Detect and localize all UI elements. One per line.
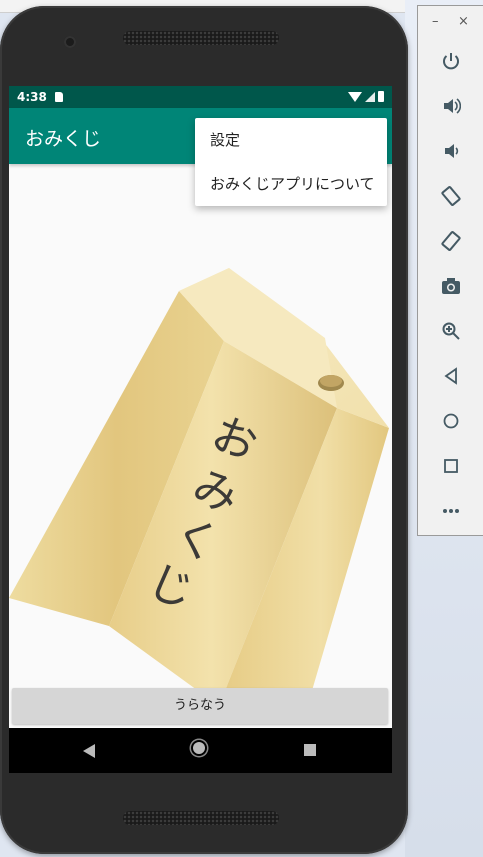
overview-icon[interactable]	[418, 443, 483, 488]
nav-recents-icon[interactable]	[304, 744, 316, 756]
more-icon[interactable]	[418, 488, 483, 533]
sd-card-icon	[55, 92, 63, 102]
menu-item-about[interactable]: おみくじアプリについて	[195, 162, 387, 206]
status-icons	[348, 91, 384, 102]
menu-item-settings[interactable]: 設定	[195, 118, 387, 162]
signal-icon	[365, 92, 375, 102]
screen: 4:38 おみくじ お み く じ 設定 おみくじアプリについて うらなう	[9, 86, 392, 773]
rotate-left-icon[interactable]	[418, 173, 483, 218]
wifi-icon	[348, 92, 362, 102]
battery-icon	[378, 91, 384, 102]
toolbar-header: – ×	[418, 6, 483, 38]
status-bar: 4:38	[9, 86, 392, 108]
phone-frame: 4:38 おみくじ お み く じ 設定 おみくじアプリについて うらなう	[0, 6, 408, 854]
home-icon[interactable]	[418, 398, 483, 443]
volume-up-icon[interactable]	[418, 83, 483, 128]
emulator-toolbar: – ×	[417, 5, 483, 536]
nav-back-icon[interactable]	[83, 744, 95, 758]
status-time: 4:38	[17, 90, 47, 104]
power-icon[interactable]	[418, 38, 483, 83]
bottom-speaker	[123, 811, 279, 825]
omikuji-box-illustration: お み く じ	[9, 268, 389, 706]
back-icon[interactable]	[418, 353, 483, 398]
fortune-button[interactable]: うらなう	[12, 688, 388, 724]
close-button[interactable]: ×	[458, 14, 469, 29]
minimize-button[interactable]: –	[432, 14, 439, 29]
overflow-menu: 設定 おみくじアプリについて	[195, 118, 387, 206]
nav-home-icon[interactable]	[193, 742, 205, 754]
rotate-right-icon[interactable]	[418, 218, 483, 263]
navigation-bar	[9, 728, 392, 773]
camera-icon[interactable]	[418, 263, 483, 308]
top-speaker	[123, 31, 279, 45]
zoom-icon[interactable]	[418, 308, 483, 353]
app-title: おみくじ	[25, 128, 102, 150]
front-camera	[64, 36, 76, 48]
volume-down-icon[interactable]	[418, 128, 483, 173]
